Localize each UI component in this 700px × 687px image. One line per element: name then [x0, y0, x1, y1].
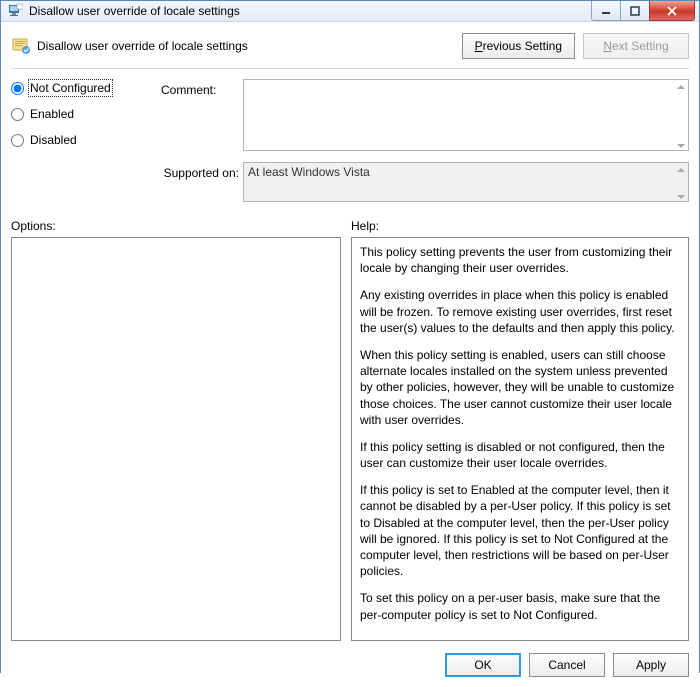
divider [11, 68, 689, 69]
supported-on-wrapper: At least Windows Vista [243, 162, 689, 205]
previous-setting-button[interactable]: Previous Setting [462, 33, 575, 59]
comment-label: Comment: [161, 79, 239, 97]
help-paragraph: To set this policy on a per-user basis, … [360, 590, 680, 622]
minimize-button[interactable] [591, 1, 621, 21]
comment-wrapper [243, 79, 689, 154]
state-radiogroup: Not Configured Enabled Disabled [11, 79, 157, 147]
help-paragraph: Any existing overrides in place when thi… [360, 287, 680, 336]
config-grid: Not Configured Enabled Disabled Comment:… [11, 79, 689, 205]
apply-button[interactable]: Apply [613, 653, 689, 677]
app-icon [7, 3, 23, 19]
radio-enabled-label: Enabled [30, 107, 74, 121]
pane-labels: Options: Help: [11, 219, 689, 233]
close-button[interactable] [649, 1, 695, 21]
radio-disabled-label: Disabled [30, 133, 77, 147]
help-paragraph: This policy setting prevents the user fr… [360, 244, 680, 276]
panes: This policy setting prevents the user fr… [11, 237, 689, 641]
scroll-up-icon [677, 168, 685, 172]
radio-not-configured-input[interactable] [11, 82, 24, 95]
window-controls [592, 1, 699, 21]
options-label: Options: [11, 219, 341, 233]
radio-disabled[interactable]: Disabled [11, 133, 157, 147]
client-area: Disallow user override of locale setting… [1, 22, 699, 687]
radio-not-configured-label: Not Configured [30, 81, 111, 95]
scroll-up-icon [677, 85, 685, 89]
comment-input[interactable] [243, 79, 689, 151]
policy-icon [11, 36, 31, 56]
radio-enabled[interactable]: Enabled [11, 107, 157, 121]
next-setting-button[interactable]: Next Setting [583, 33, 689, 59]
maximize-button[interactable] [620, 1, 650, 21]
help-paragraph: If this policy is set to Enabled at the … [360, 482, 680, 579]
gpo-editor-window: Disallow user override of locale setting… [0, 0, 700, 673]
titlebar: Disallow user override of locale setting… [1, 1, 699, 22]
subheader: Disallow user override of locale setting… [11, 28, 689, 64]
options-pane[interactable] [11, 237, 341, 641]
window-title: Disallow user override of locale setting… [29, 4, 592, 18]
radio-enabled-input[interactable] [11, 108, 24, 121]
radio-not-configured[interactable]: Not Configured [11, 81, 157, 95]
supported-on-value: At least Windows Vista [243, 162, 689, 202]
scroll-down-icon [677, 195, 685, 199]
help-content: This policy setting prevents the user fr… [360, 244, 680, 623]
help-pane[interactable]: This policy setting prevents the user fr… [351, 237, 689, 641]
cancel-button[interactable]: Cancel [529, 653, 605, 677]
scroll-down-icon [677, 144, 685, 148]
ok-button[interactable]: OK [445, 653, 521, 677]
supported-on-label: Supported on: [161, 162, 239, 180]
help-paragraph: When this policy setting is enabled, use… [360, 347, 680, 428]
radio-disabled-input[interactable] [11, 134, 24, 147]
dialog-buttons: OK Cancel Apply [11, 641, 689, 677]
help-paragraph: If this policy setting is disabled or no… [360, 439, 680, 471]
policy-title: Disallow user override of locale setting… [37, 39, 454, 53]
help-label: Help: [351, 219, 689, 233]
